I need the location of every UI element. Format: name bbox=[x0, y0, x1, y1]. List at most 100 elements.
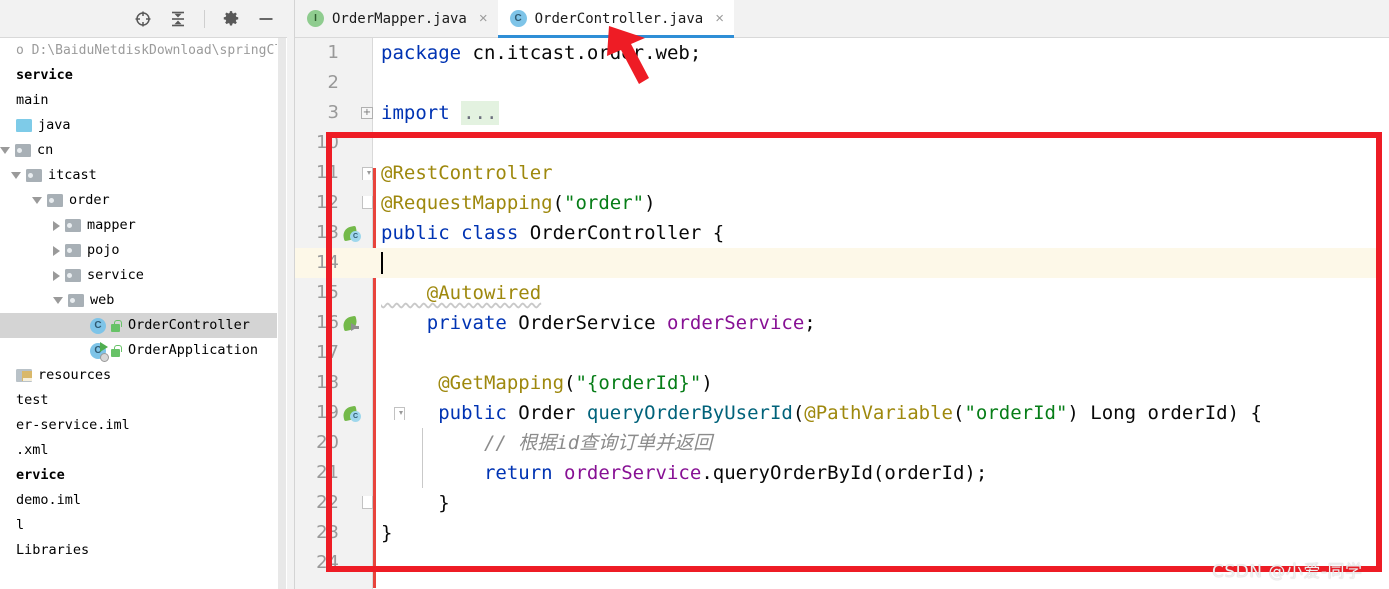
tree-node-er-service-iml[interactable]: er-service.iml bbox=[0, 413, 277, 438]
tree-node-pojo[interactable]: pojo bbox=[0, 238, 277, 263]
line-number: 1 bbox=[327, 42, 339, 63]
tree-node-label: itcast bbox=[48, 167, 97, 183]
tree-node-resources[interactable]: resources bbox=[0, 363, 277, 388]
code-line[interactable]: 10 bbox=[295, 128, 1389, 158]
code-text: // 根据id查询订单并返回 bbox=[381, 432, 713, 454]
line-number: 12 bbox=[316, 192, 339, 213]
tree-toggle-down-icon[interactable] bbox=[0, 147, 10, 154]
fold-collapse-icon[interactable] bbox=[362, 167, 373, 180]
project-toolbar bbox=[0, 0, 295, 38]
sidebar-scrollbar[interactable] bbox=[278, 38, 286, 589]
tree-node-l[interactable]: l bbox=[0, 513, 277, 538]
line-number: 16 bbox=[316, 312, 339, 333]
editor-tab-ordercontroller-java[interactable]: C OrderController.java × bbox=[497, 0, 735, 38]
code-line[interactable]: 19 C public Order queryOrderByUserId(@Pat… bbox=[295, 398, 1389, 428]
line-number: 23 bbox=[316, 522, 339, 543]
folder-icon bbox=[65, 219, 81, 232]
minimize-icon[interactable] bbox=[255, 8, 277, 30]
tree-node-ordercontroller[interactable]: C OrderController bbox=[0, 313, 277, 338]
tree-toggle-down-icon[interactable] bbox=[11, 172, 21, 179]
project-tool-window: o D:\BaiduNetdiskDownload\springClou serv… bbox=[0, 0, 295, 589]
tree-node-libraries[interactable]: Libraries bbox=[0, 538, 277, 563]
tree-node-mapper[interactable]: mapper bbox=[0, 213, 277, 238]
class-icon: C bbox=[509, 10, 527, 27]
tree-node-label: l bbox=[16, 517, 25, 533]
tree-node-label: order bbox=[69, 192, 110, 208]
tree-node-service[interactable]: service bbox=[0, 263, 277, 288]
code-line[interactable]: 2 bbox=[295, 68, 1389, 98]
tab-close-icon[interactable]: × bbox=[715, 11, 724, 26]
tree-node-xml[interactable]: .xml bbox=[0, 438, 277, 463]
tree-node-web[interactable]: web bbox=[0, 288, 277, 313]
collapse-all-icon[interactable] bbox=[167, 8, 189, 30]
settings-gear-icon[interactable] bbox=[220, 8, 242, 30]
tree-toggle-right-icon[interactable] bbox=[53, 220, 60, 231]
tree-node-label: service bbox=[16, 67, 73, 83]
tree-node-label: resources bbox=[38, 367, 112, 383]
code-text: @RestController bbox=[381, 162, 553, 184]
tree-toggle-right-icon[interactable] bbox=[53, 270, 60, 281]
line-number: 11 bbox=[316, 162, 339, 183]
code-line[interactable]: 16 private OrderService orderService; bbox=[295, 308, 1389, 338]
tree-node-orderapplication[interactable]: C OrderApplication bbox=[0, 338, 277, 363]
code-line[interactable]: 21 return orderService.queryOrderById(or… bbox=[295, 458, 1389, 488]
code-line[interactable]: 1 package cn.itcast.order.web; bbox=[295, 38, 1389, 68]
locate-target-icon[interactable] bbox=[132, 8, 154, 30]
editor-right-gutter[interactable] bbox=[1376, 38, 1389, 589]
code-line[interactable]: 13 Cpublic class OrderController { bbox=[295, 218, 1389, 248]
sidebar-divider[interactable] bbox=[287, 0, 295, 589]
editor-tab-bar: I OrderMapper.java × C OrderController.java × bbox=[295, 0, 1389, 38]
tree-node-o-d-baidunetdiskdownload-springclou[interactable]: o D:\BaiduNetdiskDownload\springClou bbox=[0, 38, 277, 63]
fold-expand-icon[interactable]: + bbox=[361, 107, 373, 119]
watermark: CSDN @小爱-同学 bbox=[1212, 562, 1363, 582]
tab-close-icon[interactable]: × bbox=[479, 11, 488, 26]
tree-toggle-down-icon[interactable] bbox=[32, 197, 42, 204]
code-editor[interactable]: 1 package cn.itcast.order.web; 2 3 + import .… bbox=[295, 38, 1389, 589]
folder-icon bbox=[68, 294, 84, 307]
public-lock-icon bbox=[110, 344, 122, 357]
line-number: 24 bbox=[316, 552, 339, 573]
tree-node-main[interactable]: main bbox=[0, 88, 277, 113]
code-line[interactable]: 17 bbox=[295, 338, 1389, 368]
class-icon: C bbox=[90, 317, 106, 334]
tree-node-itcast[interactable]: itcast bbox=[0, 163, 277, 188]
tree-node-test[interactable]: test bbox=[0, 388, 277, 413]
code-line[interactable]: 14 bbox=[295, 248, 1389, 278]
code-line[interactable]: 20 // 根据id查询订单并返回 bbox=[295, 428, 1389, 458]
tree-toggle-down-icon[interactable] bbox=[53, 297, 63, 304]
interface-icon: I bbox=[307, 10, 324, 27]
tree-node-service[interactable]: service bbox=[0, 63, 277, 88]
editor-tab-ordermapper-java[interactable]: I OrderMapper.java × bbox=[295, 0, 498, 37]
spring-bean-gutter-icon[interactable]: C bbox=[341, 225, 361, 242]
tree-node-label: test bbox=[16, 392, 49, 408]
folder-icon bbox=[16, 119, 32, 132]
tree-node-label: service bbox=[87, 267, 144, 283]
code-line[interactable]: 23} bbox=[295, 518, 1389, 548]
tree-node-label: java bbox=[38, 117, 71, 133]
tree-node-label: pojo bbox=[87, 242, 120, 258]
fold-collapse-end-icon[interactable] bbox=[362, 496, 373, 509]
code-line[interactable]: 15 @Autowired bbox=[295, 278, 1389, 308]
tree-node-order[interactable]: order bbox=[0, 188, 277, 213]
spring-bean-gutter-icon[interactable]: C bbox=[341, 405, 361, 422]
fold-collapse-end-icon[interactable] bbox=[362, 196, 373, 209]
tree-node-java[interactable]: java bbox=[0, 113, 277, 138]
tree-node-demo-iml[interactable]: demo.iml bbox=[0, 488, 277, 513]
tree-node-cn[interactable]: cn bbox=[0, 138, 277, 163]
code-line[interactable]: 3 + import ... bbox=[295, 98, 1389, 128]
code-line[interactable]: 22 } bbox=[295, 488, 1389, 518]
line-number: 20 bbox=[316, 432, 339, 453]
code-line[interactable]: 18 @GetMapping("{orderId}") bbox=[295, 368, 1389, 398]
tree-node-label: er-service.iml bbox=[16, 417, 130, 433]
tree-node-ervice[interactable]: ervice bbox=[0, 463, 277, 488]
spring-bean-gutter-icon[interactable] bbox=[341, 315, 361, 332]
tree-toggle-right-icon[interactable] bbox=[53, 245, 60, 256]
code-text: private OrderService orderService; bbox=[381, 312, 816, 334]
tree-node-label: OrderApplication bbox=[128, 342, 259, 358]
code-line[interactable]: 11 @RestController bbox=[295, 158, 1389, 188]
code-line[interactable]: 12 @RequestMapping("order") bbox=[295, 188, 1389, 218]
line-number: 15 bbox=[316, 282, 339, 303]
project-tree[interactable]: o D:\BaiduNetdiskDownload\springClou serv… bbox=[0, 38, 277, 589]
code-text: import ... bbox=[381, 101, 500, 125]
code-text: public class OrderController { bbox=[381, 222, 725, 244]
